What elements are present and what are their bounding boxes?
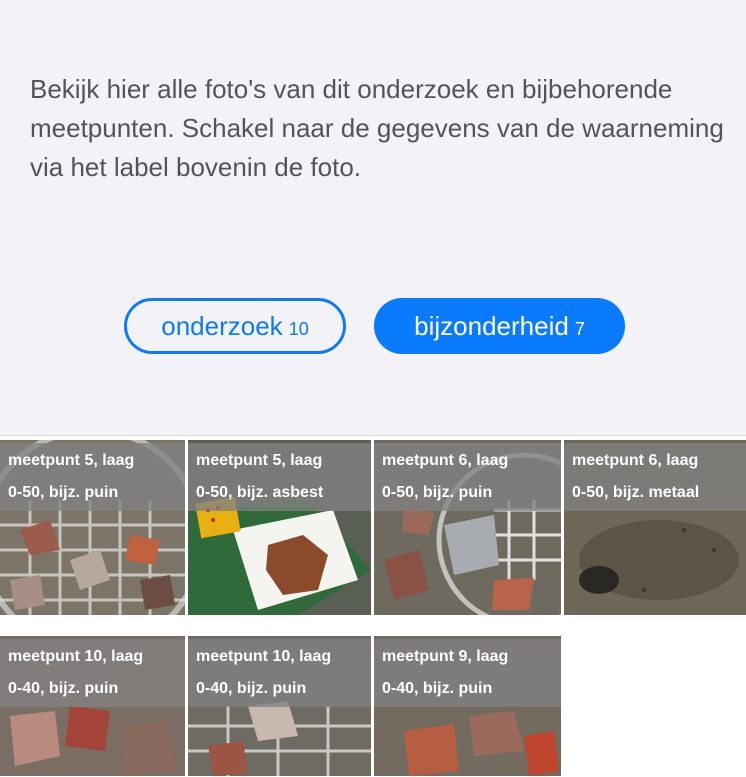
filter-bijzonderheid-count: 7 [574,318,585,339]
photo-label[interactable]: meetpunt 6, laag 0-50, bijz. puin [374,443,561,511]
photo-tile[interactable]: meetpunt 6, laag 0-50, bijz. puin [374,440,561,615]
photo-tile[interactable]: meetpunt 5, laag 0-50, bijz. puin [0,440,185,615]
photo-label[interactable]: meetpunt 6, laag 0-50, bijz. metaal [564,443,746,511]
filter-bijzonderheid-label: bijzonderheid [414,310,569,341]
photo-label[interactable]: meetpunt 9, laag 0-40, bijz. puin [374,639,561,707]
filter-onderzoek-button[interactable]: onderzoek 10 [124,298,346,354]
intro-text: Bekijk hier alle foto's van dit onderzoe… [30,74,724,182]
photo-label[interactable]: meetpunt 10, laag 0-40, bijz. puin [188,639,371,707]
photo-label[interactable]: meetpunt 5, laag 0-50, bijz. puin [0,443,185,511]
photo-tile[interactable]: meetpunt 5, laag 0-50, bijz. asbest [188,440,371,615]
photo-tile[interactable]: meetpunt 6, laag 0-50, bijz. metaal [564,440,746,615]
photo-tile[interactable]: meetpunt 9, laag 0-40, bijz. puin [374,636,561,776]
photo-label[interactable]: meetpunt 5, laag 0-50, bijz. asbest [188,443,371,511]
photo-tile[interactable]: meetpunt 10, laag 0-40, bijz. puin [188,636,371,776]
photo-tile[interactable]: meetpunt 10, laag 0-40, bijz. puin [0,636,185,776]
filter-onderzoek-count: 10 [288,318,309,339]
photo-label[interactable]: meetpunt 10, laag 0-40, bijz. puin [0,639,185,707]
filter-bijzonderheid-button[interactable]: bijzonderheid 7 [374,298,625,354]
filter-onderzoek-label: onderzoek [161,310,283,341]
